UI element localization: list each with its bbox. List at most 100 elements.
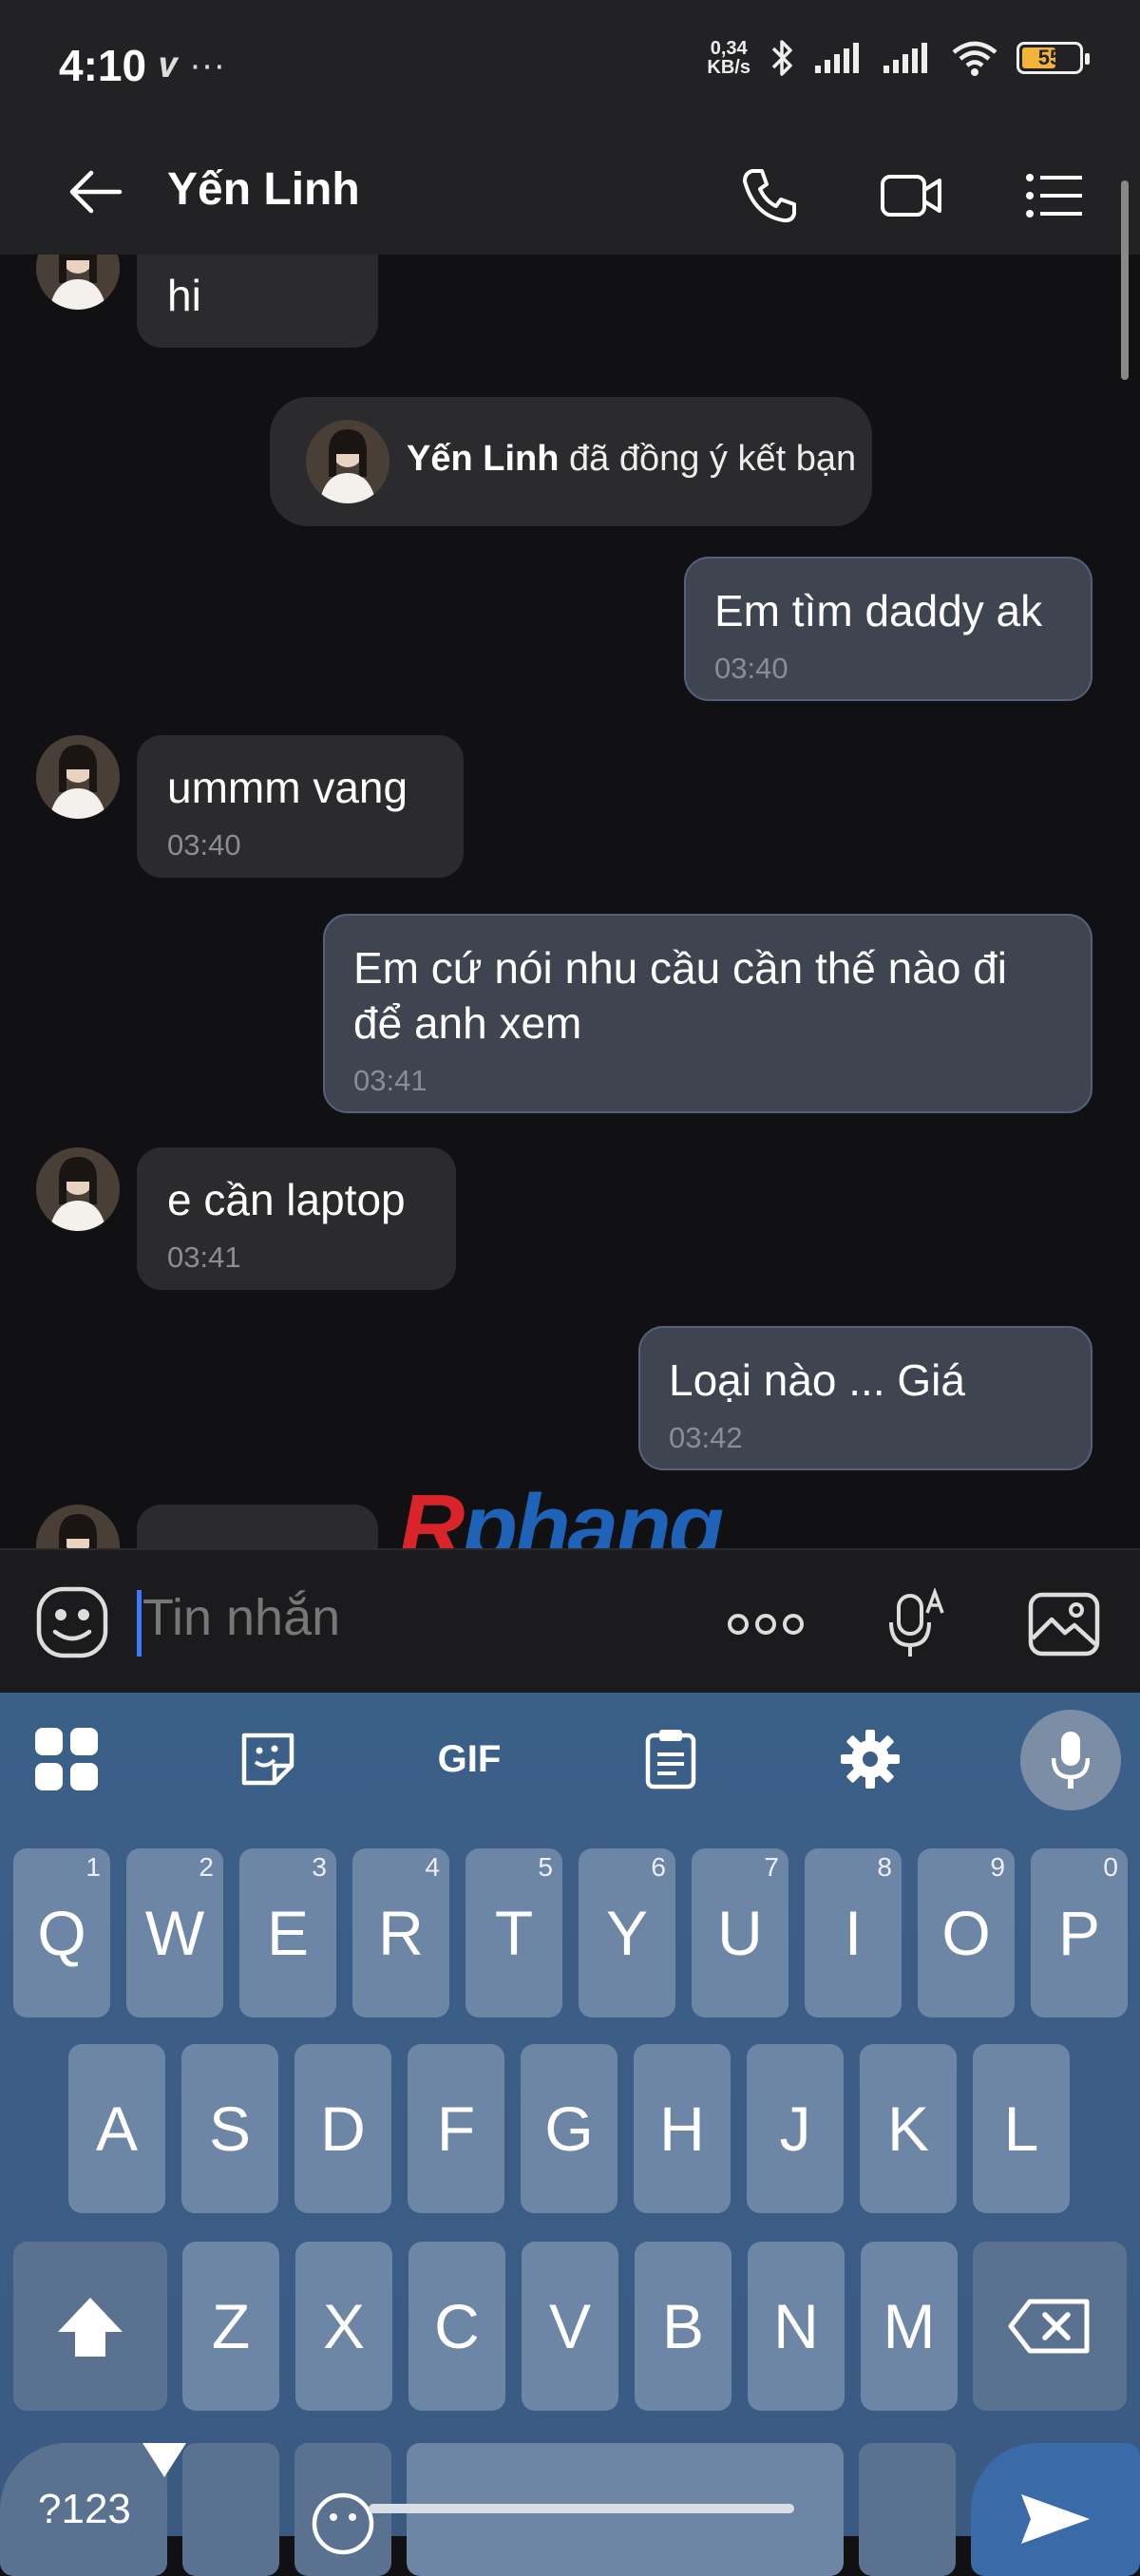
back-arrow-icon[interactable] [66,168,124,216]
avatar[interactable] [36,255,120,310]
incoming-message[interactable] [137,1505,378,1548]
apps-grid-button[interactable] [28,1721,104,1797]
send-arrow-icon [1021,2494,1090,2544]
message-time: 03:40 [714,652,788,685]
outgoing-message[interactable]: Loại nào ... Giá 03:42 [638,1326,1092,1470]
more-dots-icon [728,1614,804,1635]
key-0[interactable]: Q1 [13,1848,110,2017]
comma-key[interactable] [182,2443,279,2576]
period-key[interactable] [859,2443,956,2576]
send-key[interactable] [971,2443,1140,2576]
more-options-button[interactable] [726,1584,806,1664]
keyboard-hide-triangle-icon[interactable] [141,2441,188,2479]
phone-icon [743,169,796,223]
text-caret [137,1590,142,1657]
key-4[interactable]: G [521,2044,618,2213]
keyboard-settings-button[interactable] [832,1721,908,1797]
key-2[interactable]: E3 [239,1848,336,2017]
key-0[interactable]: Z [182,2242,279,2411]
chat-header: Yến Linh [0,133,1140,255]
message-text-line1: Em cứ nói nhu cầu cần thế nào đi [353,943,1008,993]
avatar[interactable] [36,1147,120,1231]
incoming-message[interactable]: e cần laptop 03:41 [137,1147,456,1290]
network-speed: 0,34 KB/s [707,39,750,77]
friend-accepted-notice: Yến Linh đã đồng ý kết bạn [270,397,872,526]
network-speed-unit: KB/s [707,57,750,78]
voice-call-button[interactable] [732,158,808,234]
key-6[interactable]: M [861,2242,958,2411]
key-3[interactable]: F [408,2044,504,2213]
shift-key[interactable] [13,2242,167,2411]
status-time: 4:10 [59,41,147,90]
send-image-button[interactable] [1024,1584,1104,1664]
sticker-emoji-icon[interactable] [34,1584,110,1660]
key-5[interactable]: H [634,2044,731,2213]
bluetooth-icon [771,40,792,76]
incoming-message[interactable]: hi [137,255,378,348]
key-hint: 6 [651,1852,666,1882]
watermark-logo: Rphang [399,1476,724,1548]
key-label: Q [37,1898,86,1968]
keyboard-toolbar: GIF [0,1693,1140,1816]
gear-icon [841,1730,900,1789]
system-message-name: Yến Linh [407,439,560,479]
key-3[interactable]: V [522,2242,618,2411]
key-3[interactable]: R4 [352,1848,449,2017]
avatar[interactable] [36,735,120,819]
chat-menu-button[interactable] [1016,158,1092,234]
message-text: Loại nào ... Giá [669,1355,965,1405]
system-message-text: Yến Linh đã đồng ý kết bạn [407,439,856,480]
message-text: hi [167,271,201,320]
key-2[interactable]: C [408,2242,505,2411]
key-4[interactable]: B [635,2242,732,2411]
incoming-message[interactable]: ummm vang 03:40 [137,735,464,878]
key-7[interactable]: I8 [805,1848,902,2017]
backspace-key[interactable] [973,2242,1127,2411]
outgoing-message[interactable]: Em cứ nói nhu cầu cần thế nào đi để anh … [323,914,1092,1113]
key-1[interactable]: X [295,2242,392,2411]
chat-title[interactable]: Yến Linh [167,163,360,216]
key-0[interactable]: A [68,2044,165,2213]
voice-input-button[interactable] [1020,1710,1121,1810]
key-5[interactable]: Y6 [579,1848,675,2017]
signal-icon-2 [884,43,927,73]
key-label: I [844,1898,863,1968]
list-menu-icon [1026,174,1082,218]
video-call-button[interactable] [874,158,950,234]
outgoing-message[interactable]: Em tìm daddy ak 03:40 [684,557,1092,701]
key-8[interactable]: L [973,2044,1070,2213]
notification-icons: 𝒗 ··· [160,46,226,85]
key-label: E [266,1898,310,1968]
image-icon [1028,1592,1100,1657]
sticker-button[interactable] [230,1721,306,1797]
signal-icon-1 [815,43,859,73]
message-input-bar: Tin nhắn [0,1548,1140,1693]
key-2[interactable]: D [294,2044,391,2213]
scrollbar[interactable] [1121,180,1129,380]
clipboard-button[interactable] [633,1721,709,1797]
battery-icon: 55 [1016,42,1090,74]
emoji-icon [312,2492,374,2555]
key-hint: 2 [199,1852,214,1882]
key-6[interactable]: U7 [692,1848,788,2017]
avatar[interactable] [36,1505,120,1548]
avatar [306,420,390,503]
gif-button[interactable]: GIF [431,1721,507,1797]
battery-level: 55 [1037,46,1062,69]
key-5[interactable]: N [748,2242,845,2411]
key-label: R [378,1898,424,1968]
gesture-handle[interactable] [369,2504,794,2513]
key-7[interactable]: K [860,2044,957,2213]
key-label: Y [605,1898,649,1968]
key-1[interactable]: S [181,2044,278,2213]
message-input[interactable]: Tin nhắn [142,1588,340,1647]
message-text: Em tìm daddy ak [714,586,1043,635]
key-6[interactable]: J [747,2044,844,2213]
key-8[interactable]: O9 [918,1848,1015,2017]
key-9[interactable]: P0 [1031,1848,1128,2017]
key-1[interactable]: W2 [126,1848,223,2017]
voice-to-text-button[interactable] [876,1584,956,1664]
key-label: T [494,1898,534,1968]
key-4[interactable]: T5 [466,1848,562,2017]
message-list[interactable]: hi Yến Linh đã đồng ý kết bạn Em tìm dad… [0,255,1140,1548]
